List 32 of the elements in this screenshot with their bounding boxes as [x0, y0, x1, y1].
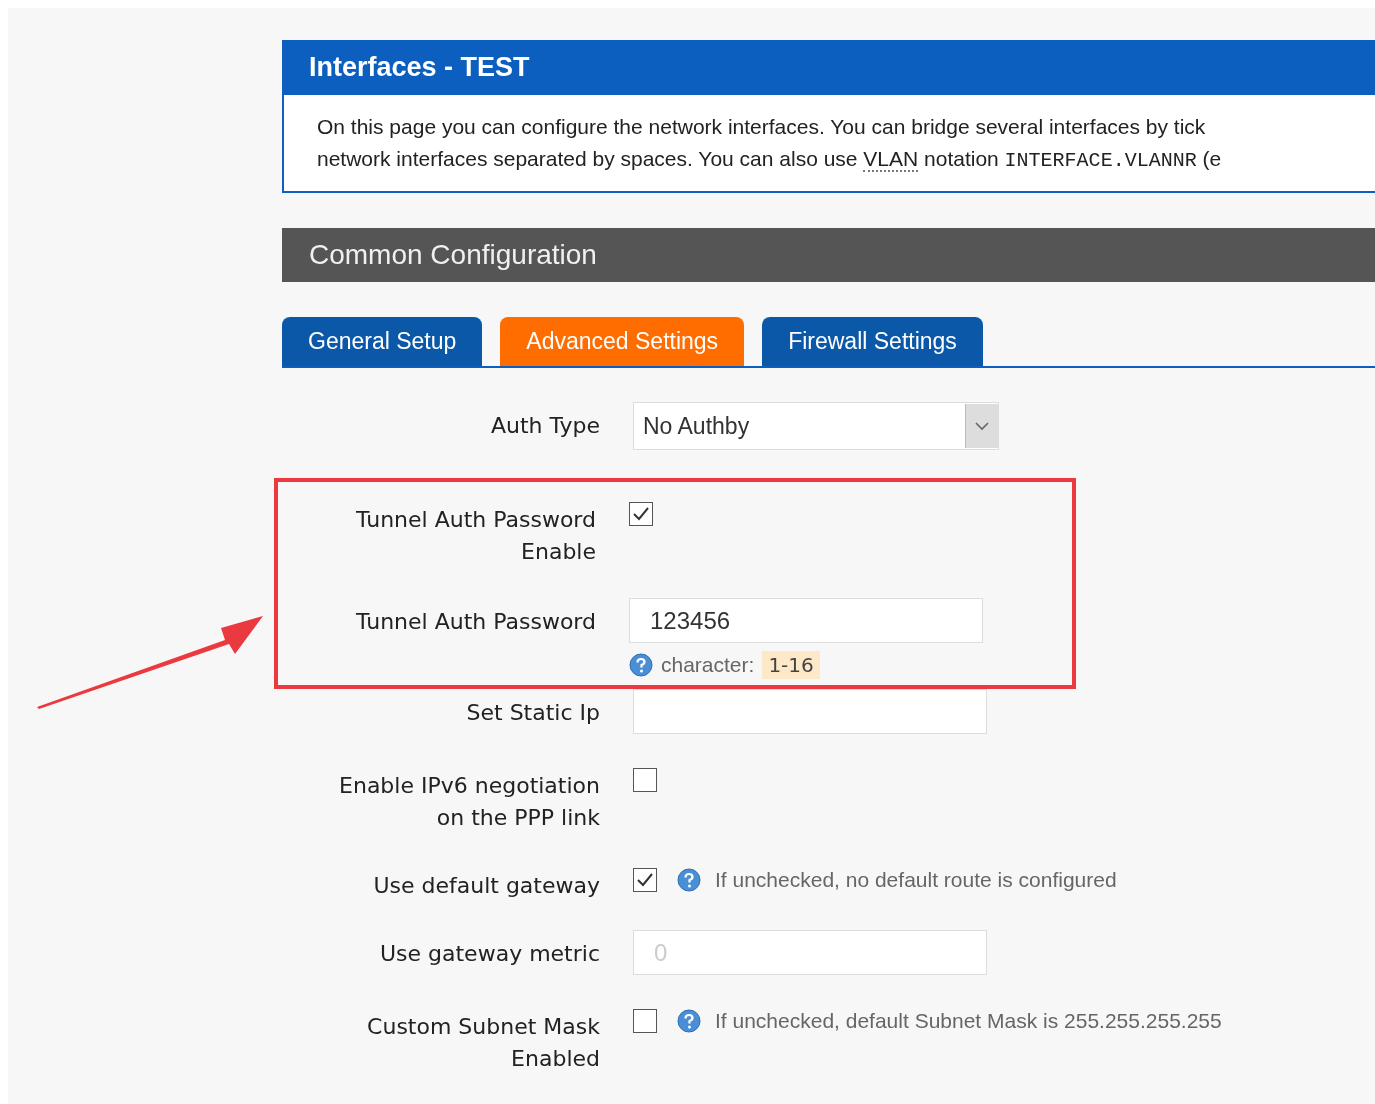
checkbox[interactable] — [629, 502, 653, 526]
hint-text: character: — [661, 653, 755, 677]
input-field[interactable]: 123456 — [629, 598, 983, 643]
field-label: Tunnel Auth Password — [356, 608, 596, 636]
description-text: network interfaces separated by spaces. You can also use VLAN notation INTERFACE.VLANNR (e — [317, 146, 1222, 174]
help-icon — [677, 868, 701, 892]
field-label: Enable IPv6 negotiation — [339, 772, 600, 800]
section-title: Common Configuration — [309, 239, 597, 271]
field-label: Use default gateway — [373, 872, 600, 900]
field-label: Use gateway metric — [379, 940, 600, 968]
field-label: Set Static Ip — [466, 699, 600, 727]
input-field[interactable] — [633, 689, 987, 734]
hint-text: If unchecked, default Subnet Mask is 255.255.255.255 — [715, 1009, 1222, 1033]
field-label: Custom Subnet Mask — [367, 1013, 600, 1041]
field-label: Tunnel Auth Password — [356, 506, 596, 534]
checkbox[interactable] — [633, 768, 657, 792]
field-label: Enable — [521, 538, 596, 566]
tab[interactable]: Firewall Settings — [762, 317, 983, 366]
caret-icon — [975, 421, 989, 431]
panel-title: Interfaces - TEST — [309, 52, 530, 83]
tab[interactable]: General Setup — [282, 317, 483, 366]
range-badge: 1-16 — [762, 651, 820, 679]
hint-text: If unchecked, no default route is configured — [715, 868, 1117, 892]
auth-type-select[interactable]: No Authby — [633, 402, 999, 450]
checkbox[interactable] — [633, 868, 657, 892]
checkbox[interactable] — [633, 1009, 657, 1033]
field-label: Enabled — [511, 1045, 600, 1073]
help-icon — [677, 1009, 701, 1033]
field-label: Auth Type — [490, 412, 600, 440]
help-icon — [629, 653, 653, 677]
description-text: On this page you can configure the network interfaces. You can bridge several interfaces by tick — [317, 114, 1206, 140]
field-label: on the PPP link — [436, 804, 600, 832]
